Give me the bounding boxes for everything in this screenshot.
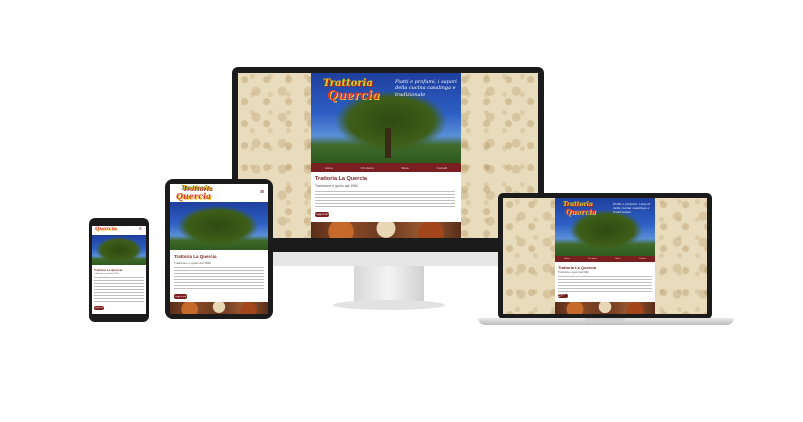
logo-sub: Quercia xyxy=(95,226,117,232)
phone-header: Quercia ≡ xyxy=(92,226,146,235)
nav-item-about[interactable]: Chi siamo xyxy=(588,258,597,260)
tree-canopy xyxy=(96,237,142,263)
read-more-button[interactable]: Leggi di più xyxy=(174,294,187,299)
logo-sub: Quercia xyxy=(565,207,596,216)
laptop-food-strip xyxy=(555,302,655,314)
laptop-hero: Trattoria Quercia Piatti e profumi, i sa… xyxy=(555,198,655,256)
nav-item-about[interactable]: Chi siamo xyxy=(361,166,374,170)
laptop-notch xyxy=(585,318,625,321)
desktop-stand xyxy=(354,266,424,302)
tablet-hero xyxy=(170,202,268,250)
nav-item-menu[interactable]: Menu xyxy=(402,166,410,170)
tablet-food-strip xyxy=(170,302,268,314)
desktop-nav: Home Chi siamo Menu Contatti xyxy=(311,163,461,172)
page-title: Trattoria La Quercia xyxy=(174,254,217,259)
nav-item-contact[interactable]: Contatti xyxy=(437,166,447,170)
tagline: Piatti e profumi, i sapori della cucina … xyxy=(613,202,651,214)
tablet-header: Trattoria Quercia ≡ xyxy=(170,184,268,202)
body-text xyxy=(174,267,264,291)
page-title: Trattoria La Quercia xyxy=(558,265,596,270)
read-more-button[interactable]: Leggi di più xyxy=(94,306,104,310)
nav-item-menu[interactable]: Menu xyxy=(615,258,620,260)
phone-content: Trattoria La Quercia Tradizione e gusto … xyxy=(92,265,146,314)
tree-canopy xyxy=(570,210,642,250)
page-title: Trattoria La Quercia xyxy=(315,176,367,182)
desktop-base xyxy=(333,300,445,310)
tree-canopy xyxy=(178,206,258,246)
page-subtitle: Tradizione e gusto dal 1960 xyxy=(315,184,359,188)
nav-item-home[interactable]: Home xyxy=(564,258,569,260)
page-subtitle: Tradizione e gusto dal 1960 xyxy=(174,261,211,265)
page-title: Trattoria La Quercia xyxy=(94,268,123,272)
read-more-button[interactable]: Leggi di più xyxy=(558,294,568,298)
desktop-content: Trattoria La Quercia Tradizione e gusto … xyxy=(311,172,461,222)
phone-hero xyxy=(92,235,146,265)
laptop-content: Trattoria La Quercia Tradizione e gusto … xyxy=(555,262,655,302)
nav-item-contact[interactable]: Contatti xyxy=(639,258,646,260)
desktop-food-strip xyxy=(311,222,461,238)
tagline: Piatti e profumi, i sapori della cucina … xyxy=(395,79,457,98)
desktop-hero: Trattoria Quercia Piatti e profumi, i sa… xyxy=(311,73,461,163)
body-text xyxy=(315,191,455,209)
body-text xyxy=(558,276,652,292)
logo-sub: Quercia xyxy=(327,88,380,102)
page-subtitle: Tradizione e gusto dal 1960 xyxy=(558,271,589,274)
read-more-button[interactable]: Leggi di più xyxy=(315,212,329,217)
body-text xyxy=(94,277,144,303)
tablet-screen: Trattoria Quercia ≡ Trattoria La Quercia… xyxy=(170,184,268,314)
hamburger-menu-icon[interactable]: ≡ xyxy=(139,227,142,232)
tablet-content: Trattoria La Quercia Tradizione e gusto … xyxy=(170,250,268,302)
desktop-screen: Trattoria Quercia Piatti e profumi, i sa… xyxy=(238,73,538,238)
phone-screen: Quercia ≡ Trattoria La Quercia Tradizion… xyxy=(92,226,146,314)
logo-sub: Quercia xyxy=(176,191,212,201)
page-subtitle: Tradizione e gusto dal 1960 xyxy=(94,273,119,275)
nav-item-home[interactable]: Home xyxy=(325,166,333,170)
tree-trunk xyxy=(385,128,391,158)
hamburger-menu-icon[interactable]: ≡ xyxy=(260,189,264,196)
laptop-screen: Trattoria Quercia Piatti e profumi, i sa… xyxy=(503,198,707,314)
